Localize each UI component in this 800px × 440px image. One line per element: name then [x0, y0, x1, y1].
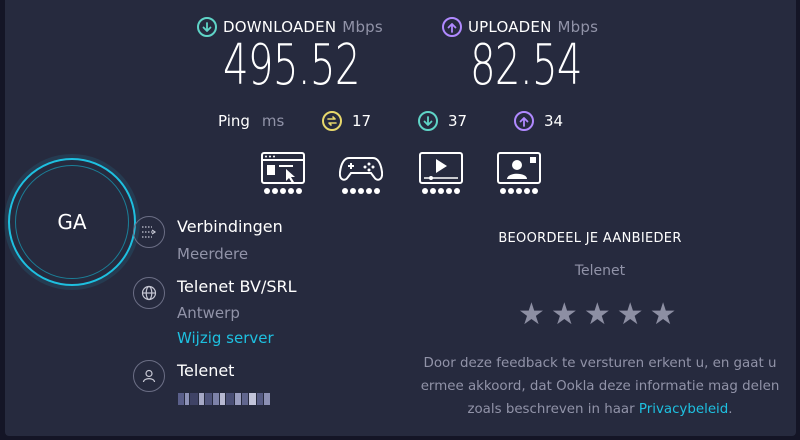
- rating-title: BEOORDEEL JE AANBIEDER: [498, 231, 682, 246]
- privacy-policy-link[interactable]: Privacybeleid: [639, 402, 728, 417]
- video-chat-rating-dots: [500, 188, 538, 194]
- connections-value: Meerdere: [177, 245, 249, 263]
- upload-arrow-icon: [442, 17, 462, 37]
- ping-upload-value: 34: [544, 112, 564, 130]
- download-arrow-icon: [197, 17, 217, 37]
- feedback-disclaimer: Door deze feedback te versturen erkent u…: [410, 352, 790, 421]
- ping-unit: ms: [261, 112, 285, 130]
- star-icon-4[interactable]: ★: [617, 300, 644, 330]
- rating-provider: Telenet: [574, 263, 626, 279]
- ping-download-icon: [418, 111, 438, 131]
- go-button[interactable]: GA: [8, 158, 136, 286]
- ping-download-value: 37: [448, 112, 468, 130]
- usage-streaming[interactable]: [419, 152, 463, 194]
- disclaimer-line-1: Door deze feedback te versturen erkent u…: [423, 356, 777, 371]
- ping-idle-value: 17: [352, 112, 372, 130]
- server-location: Antwerp: [177, 304, 240, 322]
- star-icon-2[interactable]: ★: [551, 300, 578, 330]
- download-value: 495.52: [223, 33, 360, 98]
- gaming-icon: [339, 157, 383, 181]
- go-button-label[interactable]: GA: [15, 165, 129, 279]
- ping-row: Ping ms: [218, 112, 284, 130]
- disclaimer-text-3: zoals beschreven in haar: [467, 402, 635, 417]
- streaming-rating-dots: [422, 188, 460, 194]
- ping-download: 37: [418, 111, 467, 131]
- video-streaming-icon: [419, 152, 463, 184]
- connections-icon: [133, 216, 165, 248]
- video-chat-icon: [497, 152, 541, 184]
- globe-icon: [133, 277, 165, 309]
- upload-value: 82.54: [470, 33, 583, 98]
- usage-video-chat[interactable]: [497, 152, 541, 194]
- star-icon-3[interactable]: ★: [584, 300, 611, 330]
- usage-gaming[interactable]: [339, 152, 383, 194]
- provider-title: Telenet: [177, 361, 235, 380]
- connections-title: Verbindingen: [177, 217, 283, 236]
- change-server-link[interactable]: Wijzig server: [177, 329, 274, 347]
- star-rating[interactable]: ★ ★ ★ ★ ★: [518, 300, 677, 330]
- gaming-rating-dots: [342, 188, 380, 194]
- usage-browsing[interactable]: [261, 152, 305, 194]
- redacted-ip-image: [178, 393, 270, 405]
- ping-upload-icon: [514, 111, 534, 131]
- user-icon: [133, 360, 165, 392]
- ping-idle: 17: [322, 111, 371, 131]
- ping-idle-icon: [322, 111, 342, 131]
- browsing-rating-dots: [264, 188, 302, 194]
- disclaimer-line-3: zoals beschreven in haar Privacybeleid.: [410, 398, 790, 421]
- ping-label: Ping: [218, 112, 250, 130]
- star-icon-5[interactable]: ★: [650, 300, 677, 330]
- disclaimer-period: .: [728, 402, 733, 417]
- disclaimer-line-2: ermee akkoord, dat Ookla deze informatie…: [420, 379, 780, 394]
- browsing-icon: [261, 152, 305, 184]
- ping-upload: 34: [514, 111, 563, 131]
- server-title: Telenet BV/SRL: [177, 277, 297, 296]
- star-icon-1[interactable]: ★: [518, 300, 545, 330]
